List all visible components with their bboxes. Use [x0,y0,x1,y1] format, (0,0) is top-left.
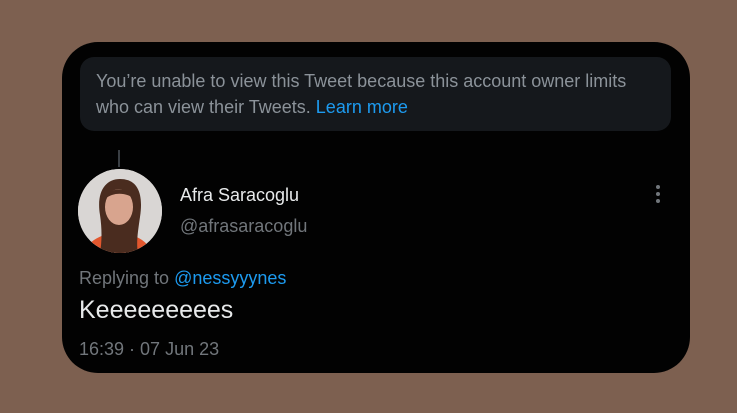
tweet-card: You’re unable to view this Tweet because… [62,42,690,373]
author-name[interactable]: Afra Saracoglu [180,185,299,206]
replying-to-label: Replying to [79,268,170,288]
reply-mention-link[interactable]: @nessyyynes [174,268,286,288]
more-dot [656,192,660,196]
restricted-tweet-notice: You’re unable to view this Tweet because… [80,57,671,131]
tweet-text: Keeeeeeeees [79,296,234,324]
avatar[interactable] [78,169,162,253]
more-dot [656,185,660,189]
learn-more-link[interactable]: Learn more [316,97,408,117]
more-vertical-icon[interactable] [648,181,668,207]
replying-to: Replying to @nessyyynes [79,268,286,289]
profile-photo-icon [78,169,162,253]
thread-connector-line [118,150,120,167]
tweet-timestamp[interactable]: 16:39 · 07 Jun 23 [79,339,219,360]
more-dot [656,199,660,203]
author-handle[interactable]: @afrasaracoglu [180,216,307,237]
